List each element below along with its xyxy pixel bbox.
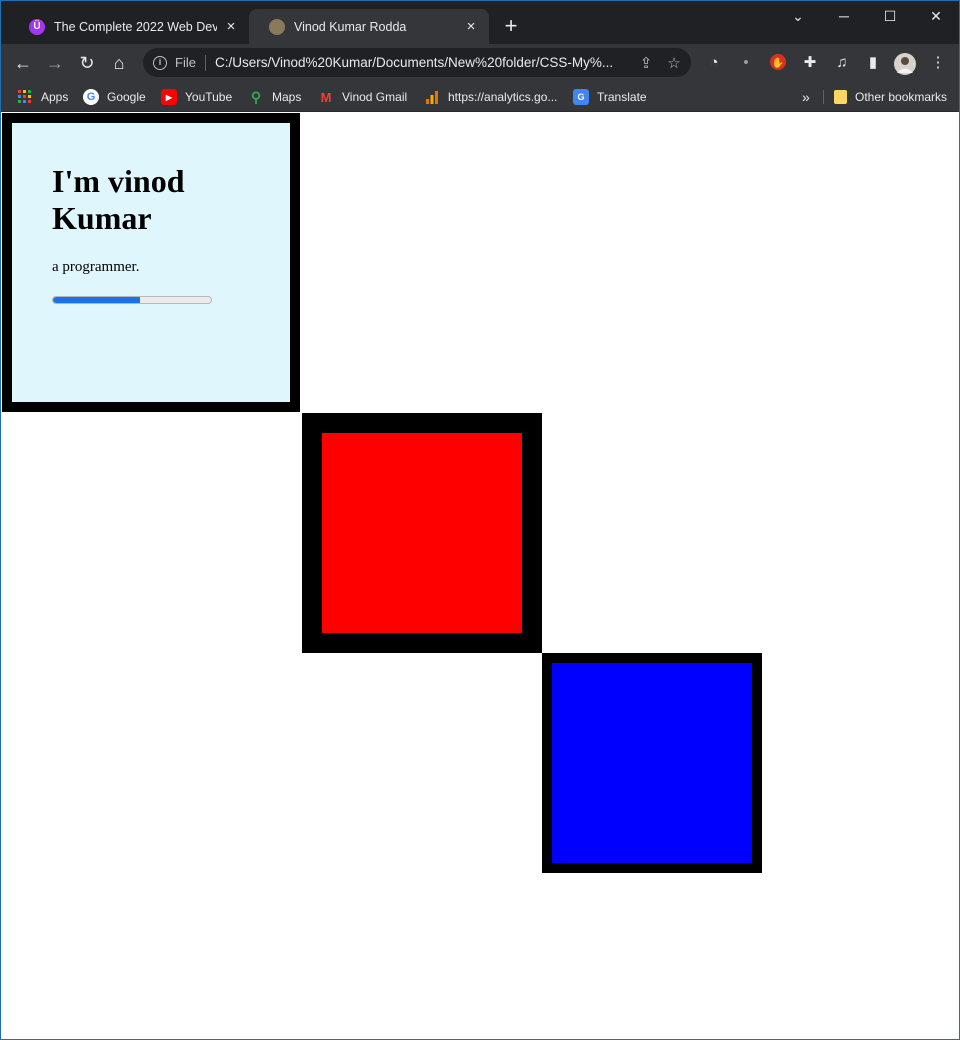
address-scheme: File — [175, 55, 196, 70]
page-subtitle: a programmer. — [52, 259, 140, 275]
udemy-favicon-icon: Ü — [29, 18, 45, 35]
bookmark-analytics[interactable]: https://analytics.go... — [424, 86, 557, 108]
bookmark-youtube[interactable]: ▶ YouTube — [161, 86, 232, 108]
maximize-button[interactable]: ☐ — [867, 5, 913, 27]
svg-text:✋: ✋ — [772, 56, 784, 69]
bookmark-vinod-gmail[interactable]: M Vinod Gmail — [318, 86, 408, 108]
profile-avatar[interactable] — [894, 53, 916, 75]
bookmark-apps[interactable]: Apps — [17, 86, 68, 108]
tab-close-icon[interactable]: × — [223, 18, 239, 35]
progress-fill — [53, 297, 140, 303]
tab-title: The Complete 2022 Web Develop — [54, 19, 217, 34]
red-box — [302, 413, 542, 653]
bookmark-google[interactable]: G Google — [83, 86, 146, 108]
bookmark-label: https://analytics.go... — [448, 90, 558, 104]
home-icon[interactable]: ⌂ — [107, 51, 131, 75]
youtube-icon: ▶ — [161, 89, 177, 105]
bookmark-label: Google — [107, 90, 146, 104]
address-url[interactable]: C:/Users/Vinod%20Kumar/Documents/New%20f… — [215, 55, 635, 70]
tab-udemy-course[interactable]: Ü The Complete 2022 Web Develop × — [9, 9, 249, 44]
new-tab-button[interactable]: + — [499, 15, 523, 39]
tab-close-icon[interactable]: × — [463, 18, 479, 35]
tab-vinod-kumar-rodda[interactable]: Vinod Kumar Rodda × — [249, 9, 489, 44]
bookmark-label: YouTube — [185, 90, 233, 104]
translate-icon: G — [573, 89, 589, 105]
folder-icon — [834, 90, 847, 104]
minimize-button[interactable]: ─ — [821, 5, 867, 27]
address-divider — [204, 54, 206, 71]
bookmark-label: Maps — [272, 90, 302, 104]
bookmark-translate[interactable]: G Translate — [573, 86, 647, 108]
address-bar[interactable]: i File C:/Users/Vinod%20Kumar/Documents/… — [143, 48, 691, 77]
blue-box — [542, 653, 762, 873]
extensions-puzzle-icon[interactable]: ✚ — [800, 53, 820, 73]
bookmark-label: Translate — [597, 90, 647, 104]
media-control-icon[interactable]: ♫ — [832, 53, 852, 73]
close-window-button[interactable]: ✕ — [913, 5, 959, 27]
intro-card: I'm vinod Kumar a programmer. — [2, 113, 300, 412]
extension-mouse-icon[interactable]: • — [736, 53, 756, 73]
chrome-menu-icon[interactable]: ⋮ — [928, 53, 948, 73]
progress-bar — [52, 296, 212, 304]
extension-gauge-icon[interactable]: ◔ — [704, 53, 724, 73]
other-bookmarks-label: Other bookmarks — [855, 90, 948, 104]
analytics-icon — [424, 89, 440, 105]
apps-grid-icon — [17, 89, 33, 105]
gmail-icon: M — [320, 89, 332, 105]
tab-title: Vinod Kumar Rodda — [294, 19, 407, 34]
bookmark-maps[interactable]: ⚲ Maps — [248, 86, 301, 108]
back-icon[interactable]: ← — [11, 51, 35, 75]
bookmarks-bar: Apps G Google ▶ YouTube ⚲ Maps M Vinod G… — [1, 82, 959, 112]
share-icon[interactable]: ⇪ — [635, 54, 657, 72]
tab-search-icon[interactable]: ⌄ — [775, 5, 821, 27]
browser-toolbar: ← → ↻ ⌂ i File C:/Users/Vinod%20Kumar/Do… — [1, 44, 959, 82]
site-info-icon[interactable]: i — [153, 55, 167, 70]
bookmarks-overflow-button[interactable]: » — [802, 86, 810, 108]
adblock-icon[interactable]: ✋ — [768, 53, 788, 73]
page-favicon-icon — [269, 18, 285, 35]
reload-icon[interactable]: ↻ — [75, 51, 99, 75]
maps-icon: ⚲ — [250, 88, 262, 105]
bookmark-star-icon[interactable]: ☆ — [663, 54, 685, 72]
side-panel-icon[interactable]: ▮ — [863, 53, 883, 73]
bookmark-label: Apps — [41, 90, 69, 104]
other-bookmarks-folder[interactable]: Other bookmarks — [834, 86, 947, 108]
browser-window: Ü The Complete 2022 Web Develop × Vinod … — [0, 0, 960, 1040]
forward-icon[interactable]: → — [43, 51, 67, 75]
bookmark-label: Vinod Gmail — [342, 90, 408, 104]
bookmarks-divider — [823, 90, 824, 104]
page-viewport: I'm vinod Kumar a programmer. — [1, 112, 959, 1039]
google-icon: G — [83, 89, 99, 105]
tab-strip: Ü The Complete 2022 Web Develop × Vinod … — [1, 1, 959, 44]
page-heading: I'm vinod Kumar — [52, 163, 185, 236]
